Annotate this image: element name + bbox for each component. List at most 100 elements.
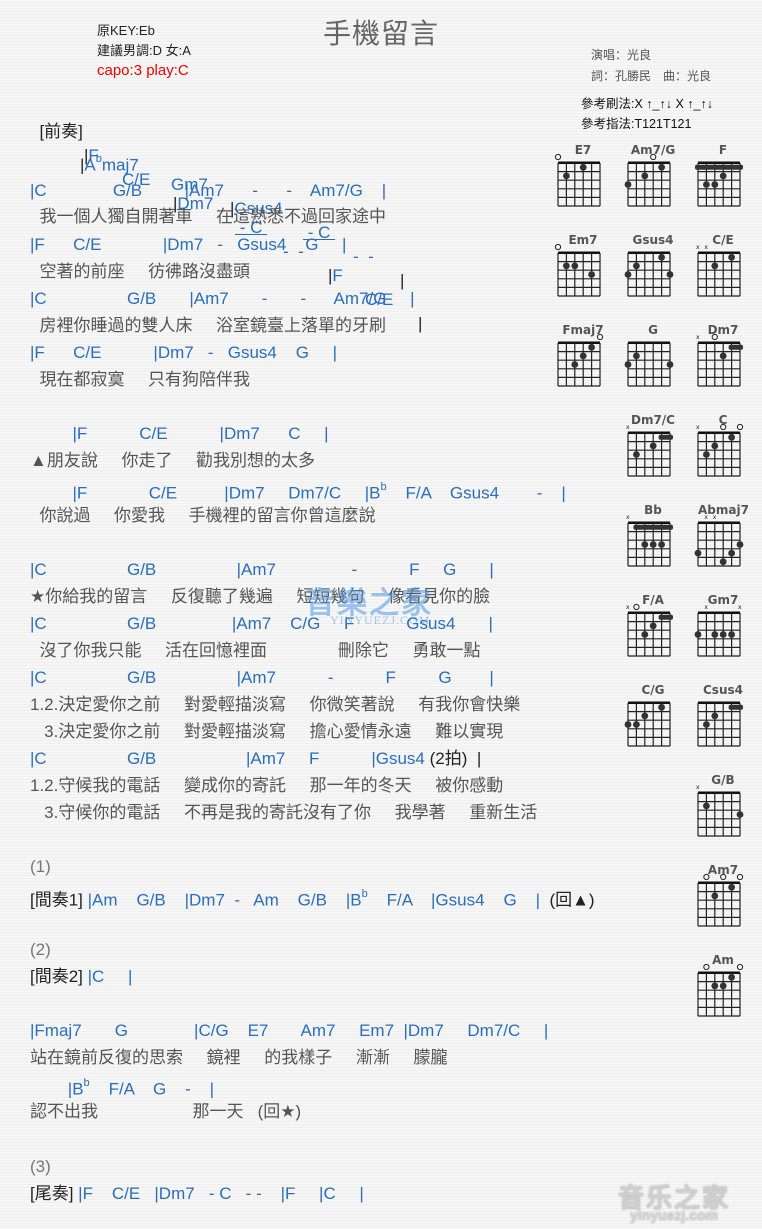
open-string-mark xyxy=(596,333,604,341)
fretboard-grid xyxy=(554,243,601,297)
finger-dot xyxy=(736,541,744,548)
chord-diagram: Bb x xyxy=(626,503,690,583)
fretboard-grid: x xyxy=(696,333,743,387)
bridge-chords-1: |Fmaj7 G |C/G E7 Am7 Em7 |Dm7 Dm7/C | xyxy=(30,1021,549,1040)
muted-string-mark: x xyxy=(626,604,630,611)
finger-dot xyxy=(719,172,727,180)
finger-dot xyxy=(571,361,579,368)
chord-diagram: Dm7/C x xyxy=(626,413,690,493)
finger-dot xyxy=(711,181,719,188)
fretboard-grid: xx xyxy=(694,514,744,567)
barre-mark xyxy=(633,524,673,530)
intro-line-1: [前奏] |F C/E |Dm7 - C - - |F C/E | xyxy=(30,96,422,333)
open-string-mark xyxy=(720,873,727,881)
finger-dot xyxy=(703,721,710,728)
chord-diagram: Cx xyxy=(696,413,760,493)
finger-dot xyxy=(588,271,595,278)
muted-string-mark: x xyxy=(696,784,700,791)
finger-dot xyxy=(719,982,727,990)
finger-dot xyxy=(728,973,735,981)
nut xyxy=(628,251,670,254)
flat-sup: b xyxy=(380,481,387,493)
fretboard-grid xyxy=(697,873,744,927)
finger-dot xyxy=(666,361,674,368)
fretboard-grid xyxy=(624,153,671,207)
watermark-url: YINYUEZJ.COM xyxy=(330,613,431,627)
chord-diagram: F xyxy=(695,143,760,223)
chord-diagram: C/G xyxy=(624,683,690,763)
barre-mark xyxy=(658,614,673,620)
chord-text: |F C/E |Dm7 Dm7/C |B xyxy=(30,483,381,503)
fretboard-grid: x xyxy=(626,603,673,657)
chorus-chords-4: |C G/B |Am7 F |Gsus4 (2拍) | xyxy=(30,747,481,771)
finger-dot xyxy=(728,549,735,557)
nut xyxy=(628,521,670,524)
chord-text: |C | xyxy=(82,967,133,986)
muted-string-mark: x xyxy=(696,424,700,431)
chorus-lyric-4b: 3.守候你的電話 不再是我的寄託沒有了你 我學著 重新生活 xyxy=(30,803,538,822)
verse-chords-2: |F C/E |Dm7 - Gsus4 G | xyxy=(30,235,347,254)
chord: |Abmaj7 xyxy=(80,153,139,175)
original-key: 原KEY:Eb xyxy=(97,23,155,38)
chord: - - xyxy=(353,247,374,266)
open-string-mark xyxy=(703,873,710,881)
fretboard-grid xyxy=(695,161,743,207)
nut xyxy=(698,431,740,434)
chord-diagram: Gm7 x x xyxy=(694,593,760,673)
chorus-lyric-4: 1.2.守候我的電話 變成你的寄託 那一年的冬天 被你感動 xyxy=(30,776,504,795)
finger-dot xyxy=(658,703,665,711)
chord-text: |B xyxy=(30,1079,84,1099)
finger-dot xyxy=(736,811,744,818)
chord-text: F/A Gsus4 - | xyxy=(386,483,566,503)
open-string-mark xyxy=(736,423,744,431)
verse-chords-1: |C G/B |Am7 - - Am7/G | xyxy=(30,181,387,200)
finger-dot xyxy=(703,451,710,458)
return-marker: (回▲) xyxy=(540,890,595,910)
section-label-outro: [尾奏] xyxy=(30,1184,74,1203)
chord-diagram: Csus4 xyxy=(697,683,760,763)
chorus-lyric-3b: 3.決定愛你之前 對愛輕描淡寫 擔心愛情永遠 難以實現 xyxy=(30,722,504,741)
fretboard-grid: x xyxy=(696,784,744,837)
chord-diagram: Dm7 x xyxy=(696,323,760,403)
finger-dot xyxy=(728,883,735,891)
finger-dot xyxy=(641,712,649,720)
part-marker-3: (3) xyxy=(30,1157,51,1176)
chord-diagram: G/B x xyxy=(696,773,760,853)
finger-dot xyxy=(658,163,665,171)
finger-dot xyxy=(703,802,710,810)
open-string-mark xyxy=(736,873,744,881)
finger-dot xyxy=(711,982,719,990)
chord-diagram: Fmaj7 xyxy=(557,323,620,403)
fretboard-grid: xx xyxy=(696,244,741,297)
flat-sup: b xyxy=(83,1077,90,1089)
finger-dot xyxy=(624,181,632,188)
nut xyxy=(698,701,740,704)
barre-mark xyxy=(658,434,673,440)
verse-lyric-1: 我一個人獨自開著車 在這熟悉不過回家途中 xyxy=(30,207,387,226)
prechorus-lyric-2: 你說過 你愛我 手機裡的留言你曾這麼說 xyxy=(30,506,376,525)
chord-text: |Am G/B |Dm7 - Am G/B |B xyxy=(82,890,362,910)
nut xyxy=(558,341,600,344)
barre-mark xyxy=(695,164,743,170)
nut xyxy=(628,611,670,614)
finger-dot xyxy=(571,262,579,270)
chord-diagram: Em7 xyxy=(554,233,620,313)
open-string-mark xyxy=(650,153,657,161)
outro-line: [尾奏] |F C/E |Dm7 - C - - |F |C | xyxy=(30,1182,364,1206)
finger-dot xyxy=(649,622,657,630)
finger-dot xyxy=(624,721,632,728)
chord-diagram: Am7/G xyxy=(624,143,690,223)
strum-pattern: 參考刷法:X ↑_↑↓ X ↑_↑↓ xyxy=(581,97,713,111)
fretboard-grid: x xyxy=(696,423,744,477)
chord: |F xyxy=(328,266,343,285)
prechorus-chords-2: |F C/E |Dm7 Dm7/C |Bb F/A Gsus4 - | xyxy=(30,477,566,503)
finger-dot xyxy=(719,352,727,360)
fretboard-grid xyxy=(624,341,674,387)
muted-string-mark: x xyxy=(704,244,708,251)
chord-diagram: Abmaj7 x x xyxy=(694,503,760,583)
verse-lyric-3: 房裡你睡過的雙人床 浴室鏡臺上落單的牙刷 xyxy=(30,316,387,335)
finger-dot xyxy=(633,262,640,270)
finger-dot xyxy=(588,343,595,351)
fretboard-grid: x xyxy=(626,514,673,567)
chorus-chords-3: |C G/B |Am7 - F G | xyxy=(30,668,494,687)
